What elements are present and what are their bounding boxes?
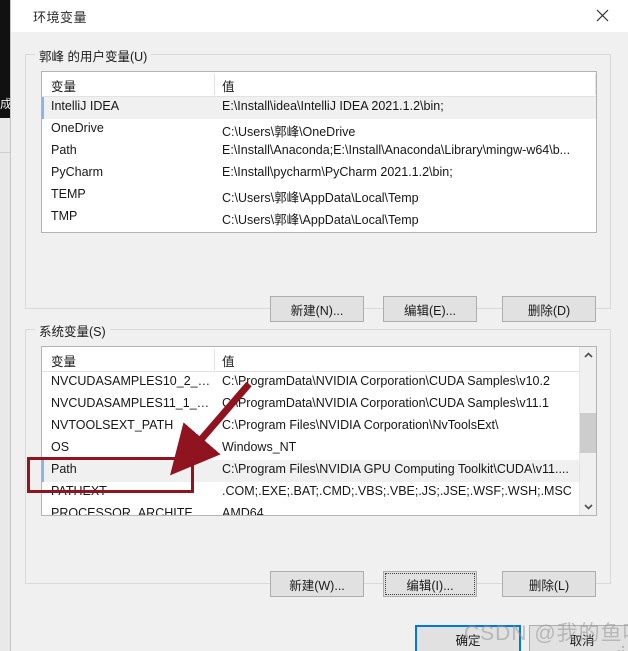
user-list-header: 变量 值 — [42, 72, 596, 97]
variable-name-cell: PATHEXT — [51, 484, 107, 498]
system-edit-button[interactable]: 编辑(I)... — [383, 571, 477, 597]
variable-name-cell: Path — [51, 143, 77, 157]
user-variables-legend: 郭峰 的用户变量(U) — [35, 46, 152, 65]
table-row[interactable]: Path E:\Install\Anaconda;E:\Install\Anaco… — [42, 141, 596, 163]
variable-value-cell: .COM;.EXE;.BAT;.CMD;.VBS;.VBE;.JS;.JSE;.… — [222, 484, 572, 498]
system-list-scrollbar[interactable] — [579, 347, 596, 515]
system-variables-list[interactable]: 变量 值 NVCUDASAMPLES10_2_R... C:\ProgramDat… — [41, 346, 597, 516]
variable-value-cell: C:\Program Files\NVIDIA GPU Computing To… — [222, 462, 569, 476]
variable-value-cell: AMD64 — [222, 506, 264, 516]
screen: 成 环境变量 郭峰 的用户变量(U) 变量 值 IntelliJ IDEA E:… — [0, 0, 628, 651]
table-row[interactable]: NVCUDASAMPLES10_2_R... C:\ProgramData\NVI… — [42, 372, 596, 394]
page-title: 环境变量 — [33, 10, 88, 25]
system-column-divider — [214, 349, 215, 370]
variable-value-cell: E:\Install\idea\IntelliJ IDEA 2021.1.2\b… — [222, 99, 444, 113]
user-variables-group: 郭峰 的用户变量(U) 变量 值 IntelliJ IDEA E:\Install… — [25, 46, 611, 309]
title-bar: 环境变量 — [11, 0, 628, 32]
user-column-divider-right — [595, 74, 596, 95]
system-list-rows: NVCUDASAMPLES10_2_R... C:\ProgramData\NVI… — [42, 372, 596, 516]
table-row[interactable]: TEMP C:\Users\郭峰\AppData\Local\Temp — [42, 185, 596, 207]
variable-name-cell: OS — [51, 440, 70, 454]
variable-name-cell: NVCUDASAMPLES10_2_R... — [51, 374, 213, 388]
user-variables-list[interactable]: 变量 值 IntelliJ IDEA E:\Install\idea\Intell… — [41, 71, 597, 233]
variable-name-cell: TMP — [51, 209, 78, 223]
variable-value-cell: E:\Install\pycharm\PyCharm 2021.1.2\bin; — [222, 165, 453, 179]
chevron-up-icon[interactable] — [580, 347, 596, 364]
background-window-divider — [0, 152, 10, 153]
system-column-header-variable[interactable]: 变量 — [51, 351, 76, 370]
user-new-button[interactable]: 新建(N)... — [270, 296, 364, 322]
chevron-down-icon[interactable] — [580, 498, 596, 515]
user-column-header-variable[interactable]: 变量 — [51, 76, 76, 95]
variable-name-cell: Path — [51, 462, 77, 476]
system-column-header-value[interactable]: 值 — [222, 351, 235, 370]
table-row[interactable]: OneDrive C:\Users\郭峰\OneDrive — [42, 119, 596, 141]
csdn-watermark: CSDN @我的鱼呀 — [464, 622, 628, 645]
table-row[interactable]: PyCharm E:\Install\pycharm\PyCharm 2021.1… — [42, 163, 596, 185]
table-row[interactable]: NVCUDASAMPLES11_1_R... C:\ProgramData\NVI… — [42, 394, 596, 416]
variable-value-cell: C:\Users\郭峰\AppData\Local\Temp — [222, 191, 419, 205]
close-icon[interactable] — [580, 0, 624, 31]
user-column-divider — [214, 74, 215, 95]
variable-value-cell: C:\Program Files\NVIDIA Corporation\NvTo… — [222, 418, 499, 432]
system-list-header: 变量 值 — [42, 347, 596, 372]
system-variables-button-row: 新建(W)... 编辑(I)... 删除(L) — [25, 571, 611, 601]
variable-value-cell: C:\Users\郭峰\AppData\Local\Temp — [222, 213, 419, 227]
variable-value-cell: C:\ProgramData\NVIDIA Corporation\CUDA S… — [222, 396, 549, 410]
user-variables-button-row: 新建(N)... 编辑(E)... 删除(D) — [25, 296, 611, 326]
table-row[interactable]: IntelliJ IDEA E:\Install\idea\IntelliJ ID… — [42, 97, 596, 119]
system-variables-legend: 系统变量(S) — [35, 321, 110, 340]
variable-value-cell: C:\ProgramData\NVIDIA Corporation\CUDA S… — [222, 374, 550, 388]
table-row[interactable]: Path C:\Program Files\NVIDIA GPU Computin… — [42, 460, 596, 482]
desktop-background-strip-lower — [0, 118, 10, 651]
system-delete-button[interactable]: 删除(L) — [502, 571, 596, 597]
user-delete-button[interactable]: 删除(D) — [502, 296, 596, 322]
system-new-button[interactable]: 新建(W)... — [270, 571, 364, 597]
variable-name-cell: OneDrive — [51, 121, 104, 135]
variable-name-cell: TEMP — [51, 187, 86, 201]
environment-variables-dialog: 环境变量 郭峰 的用户变量(U) 变量 值 IntelliJ IDEA E:\I… — [10, 0, 628, 651]
dialog-body: 郭峰 的用户变量(U) 变量 值 IntelliJ IDEA E:\Install… — [11, 32, 628, 651]
variable-name-cell: NVTOOLSEXT_PATH — [51, 418, 174, 432]
variable-name-cell: NVCUDASAMPLES11_1_R... — [51, 396, 213, 410]
table-row[interactable]: PROCESSOR_ARCHITECT... AMD64 — [42, 504, 596, 516]
table-row[interactable]: NVTOOLSEXT_PATH C:\Program Files\NVIDIA C… — [42, 416, 596, 438]
table-row[interactable]: TMP C:\Users\郭峰\AppData\Local\Temp — [42, 207, 596, 229]
user-list-rows: IntelliJ IDEA E:\Install\idea\IntelliJ ID… — [42, 97, 596, 229]
variable-value-cell: E:\Install\Anaconda;E:\Install\Anaconda\… — [222, 143, 571, 157]
system-variables-group: 系统变量(S) 变量 值 NVCUDASAMPLES10_2_R... C:\Pr… — [25, 321, 611, 584]
variable-value-cell: Windows_NT — [222, 440, 297, 454]
variable-name-cell: PROCESSOR_ARCHITECT... — [51, 506, 213, 516]
variable-name-cell: PyCharm — [51, 165, 104, 179]
scrollbar-thumb[interactable] — [580, 413, 596, 453]
variable-name-cell: IntelliJ IDEA — [51, 99, 120, 113]
table-row[interactable]: OS Windows_NT — [42, 438, 596, 460]
table-row[interactable]: PATHEXT .COM;.EXE;.BAT;.CMD;.VBS;.VBE;.JS… — [42, 482, 596, 504]
variable-value-cell: C:\Users\郭峰\OneDrive — [222, 125, 356, 139]
user-edit-button[interactable]: 编辑(E)... — [383, 296, 477, 322]
user-column-header-value[interactable]: 值 — [222, 76, 235, 95]
background-window-text: 成 — [0, 97, 10, 111]
